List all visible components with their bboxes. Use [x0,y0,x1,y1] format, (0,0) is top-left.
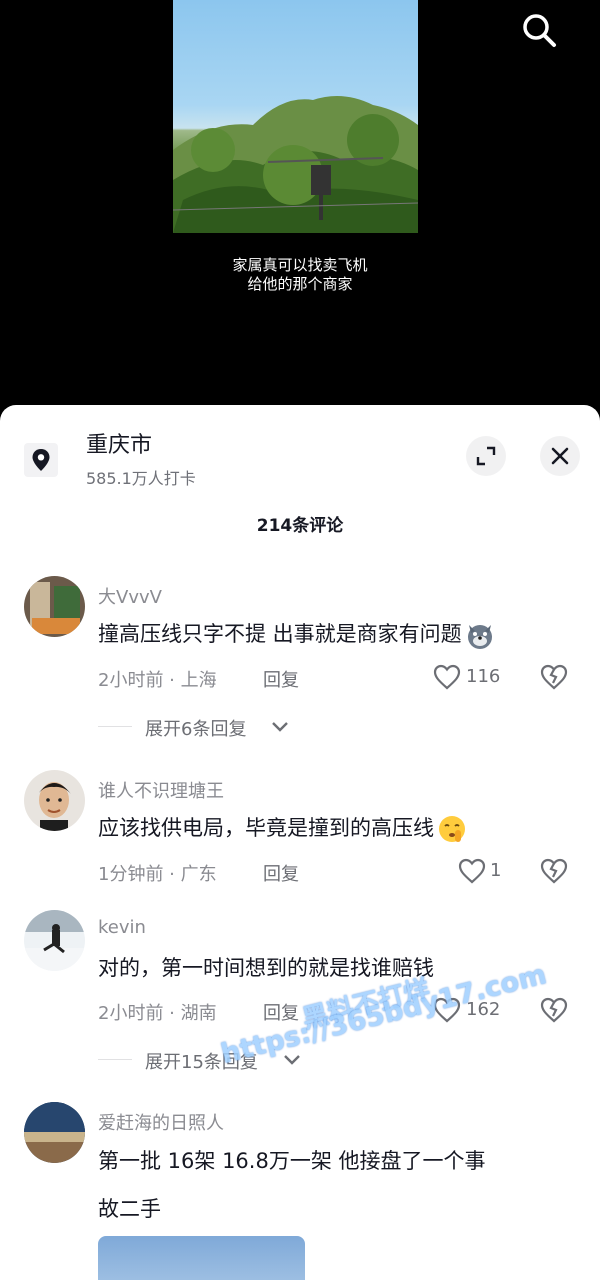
expand-replies-button[interactable]: 展开6条回复 [145,715,246,741]
like-count: 1 [490,860,502,881]
avatar[interactable] [24,1102,85,1163]
comment-time-location: 2小时前 · 上海 [98,670,217,691]
comment-count: 214条评论 [256,516,344,536]
comment-username[interactable]: 谁人不识理塘王 [98,777,224,803]
video-subtitle-line2: 给他的那个商家 [247,275,353,293]
location-title[interactable]: 重庆市 [86,427,152,459]
shushing-face-emoji-icon [439,816,465,842]
comment-text[interactable]: 应该找供电局，毕竟是撞到的高压线 [98,805,568,851]
comment-username[interactable]: kevin [98,917,146,938]
comment-text-line1[interactable]: 第一批 16架 16.8万一架 他接盘了一个事 [98,1138,568,1184]
video-scene-image [173,96,418,233]
video-subtitle-line1: 家属真可以找卖飞机 [232,256,368,274]
heart-icon[interactable] [458,858,486,884]
location-checkins: 585.1万人打卡 [86,469,196,488]
video-player[interactable]: 家属真可以找卖飞机 给他的那个商家 [0,0,600,420]
expand-icon [476,446,496,466]
avatar[interactable] [24,576,85,637]
expand-button[interactable] [466,436,506,476]
video-frame[interactable] [173,0,418,233]
broken-heart-icon[interactable] [540,663,568,691]
comment-time-location: 1分钟前 · 广东 [98,864,217,885]
avatar[interactable] [24,910,85,971]
search-button[interactable] [519,10,559,50]
expand-divider [98,726,132,727]
reply-button[interactable]: 回复 [263,666,299,692]
like-count: 116 [466,666,501,687]
location-pin-icon[interactable] [24,443,58,477]
comment-time-location: 2小时前 · 湖南 [98,1003,217,1024]
chevron-down-icon [272,722,288,732]
heart-icon[interactable] [433,664,461,690]
close-icon [551,447,569,465]
broken-heart-icon[interactable] [540,857,568,885]
comment-sheet: 重庆市 585.1万人打卡 214条评论 大VvvV 撞高压线只字不提 出事就是… [0,405,600,1280]
chevron-down-icon [284,1055,300,1065]
avatar[interactable] [24,770,85,831]
comment-text[interactable]: 撞高压线只字不提 出事就是商家有问题 [98,611,568,657]
comment-text-line2[interactable]: 故二手 [98,1186,568,1232]
comment-username[interactable]: 大VvvV [98,583,162,609]
expand-divider [98,1059,132,1060]
comment-text-content: 应该找供电局，毕竟是撞到的高压线 [98,816,434,840]
close-button[interactable] [540,436,580,476]
comment-username[interactable]: 爱赶海的日照人 [98,1109,224,1135]
comment-text-content: 对的，第一时间想到的就是找谁赔钱 [98,956,434,980]
broken-heart-icon[interactable] [540,996,568,1024]
comment-image[interactable] [98,1236,305,1280]
comment-text-content: 撞高压线只字不提 出事就是商家有问题 [98,622,462,646]
reply-button[interactable]: 回复 [263,860,299,886]
wolf-face-emoji-icon [467,625,492,649]
search-icon [523,14,556,47]
